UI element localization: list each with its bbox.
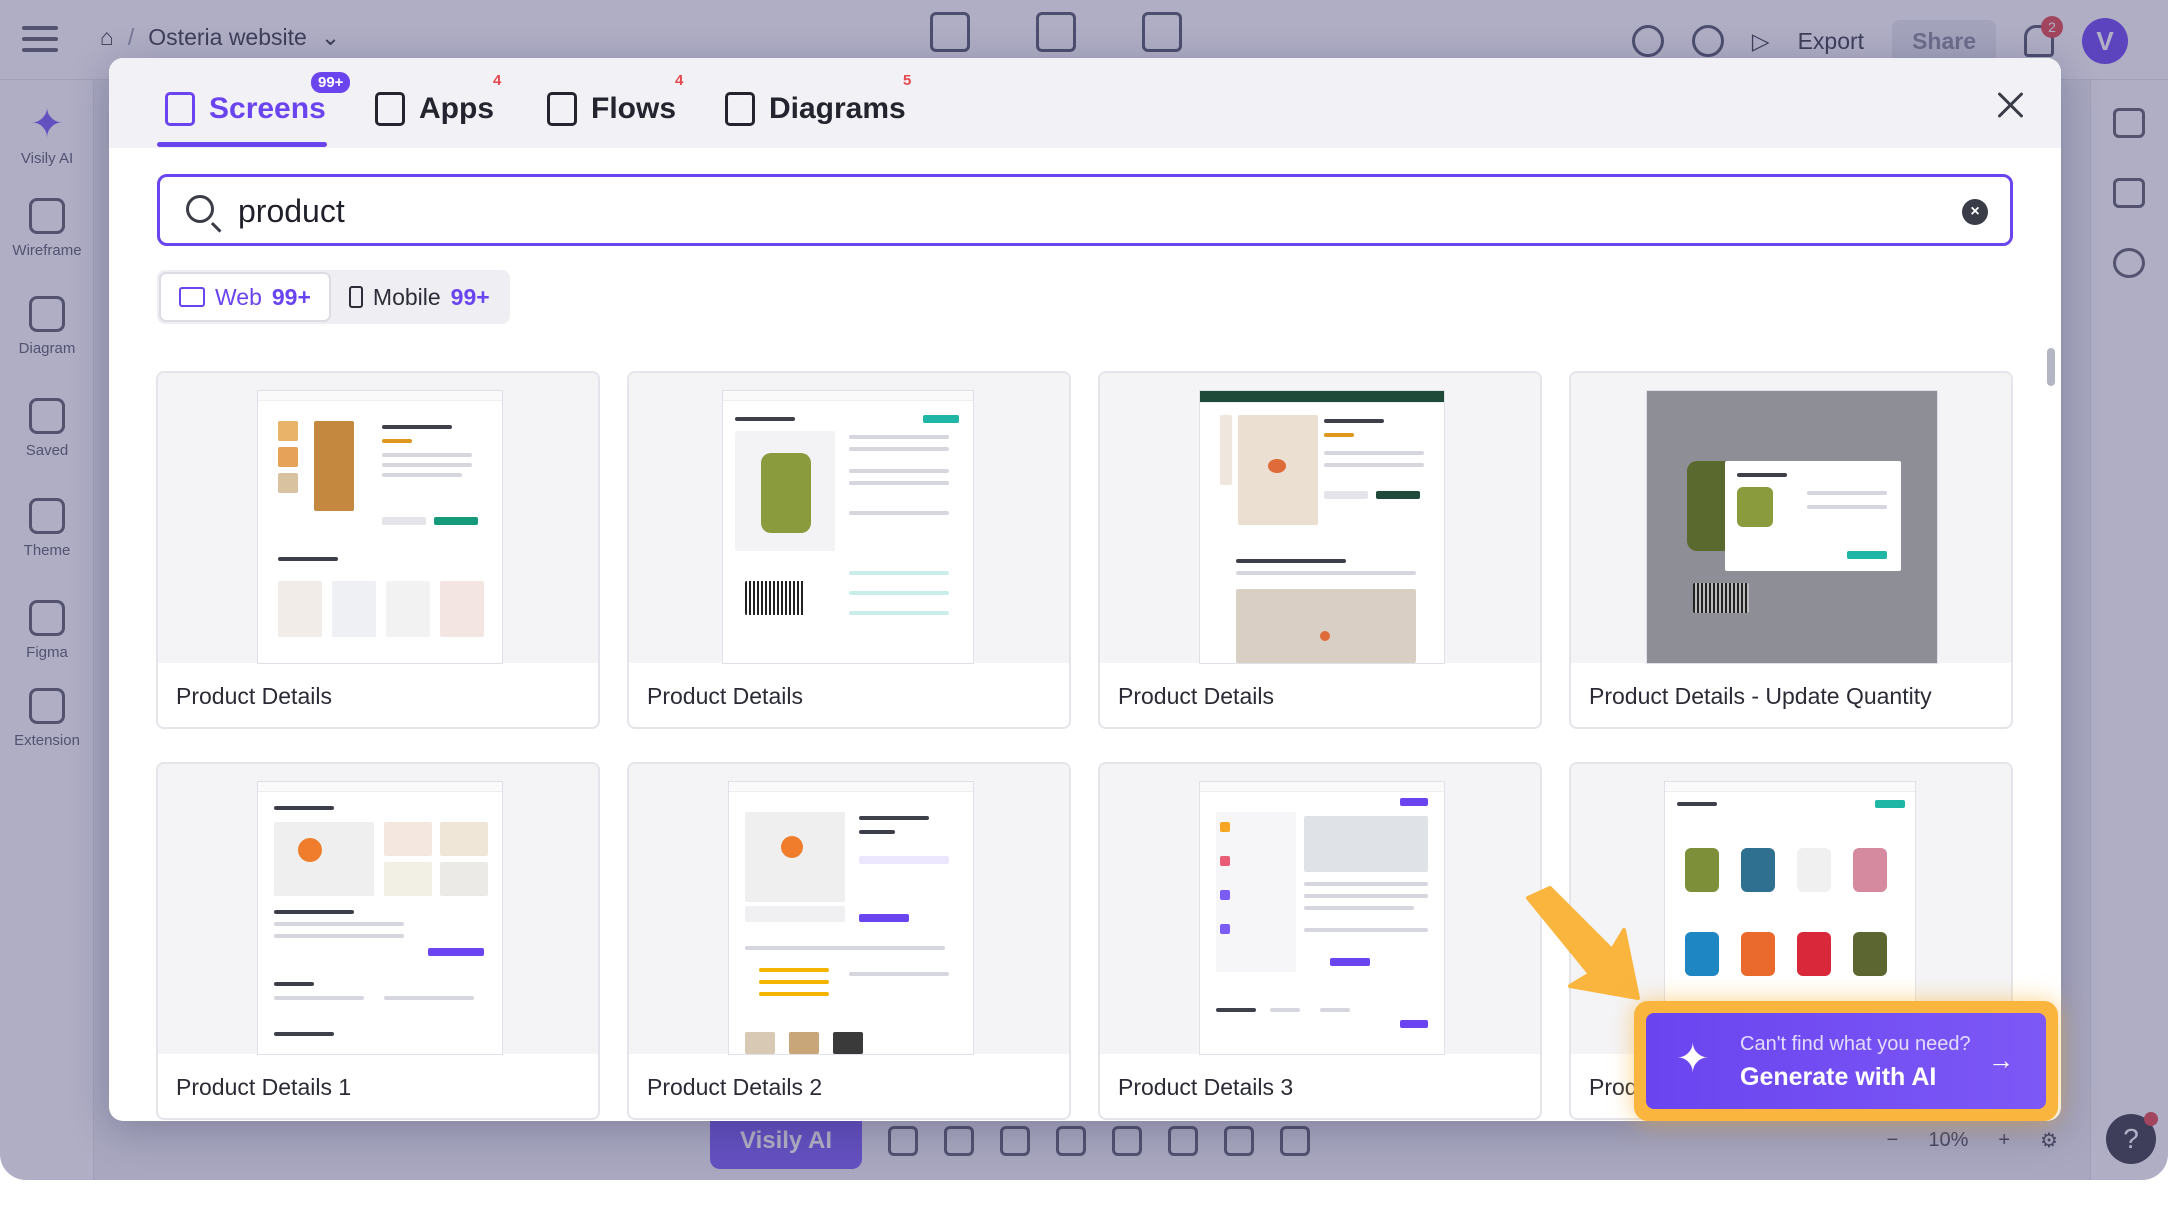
active-tab-indicator: [157, 142, 327, 147]
pointer-arrow-icon: [1526, 886, 1640, 1000]
tab-diagrams[interactable]: Diagrams 5: [725, 72, 911, 132]
browser-icon: [179, 287, 205, 307]
apps-icon: [375, 92, 405, 126]
tab-flows[interactable]: Flows 4: [547, 72, 683, 132]
filter-mobile[interactable]: Mobile 99+: [331, 272, 508, 322]
template-thumbnail: [629, 373, 1069, 663]
generate-with-ai-button[interactable]: ✦ Can't find what you need? Generate wit…: [1646, 1013, 2046, 1109]
arrow-right-icon: →: [1988, 1045, 2014, 1075]
thumbnail-mockup: [723, 391, 973, 663]
template-card[interactable]: Product Details 1: [156, 762, 600, 1120]
filter-count: 99+: [271, 283, 311, 310]
filter-label: Web: [215, 283, 262, 310]
thumbnail-mockup: [258, 391, 502, 663]
filter-label: Mobile: [372, 283, 441, 310]
template-library-modal: Screens 99+ Apps 4 Flows 4 Diagrams 5 pr…: [109, 58, 2061, 1121]
tab-label: Flows: [591, 92, 677, 125]
template-thumbnail: [629, 764, 1069, 1054]
template-title: Product Details - Update Quantity: [1589, 683, 1932, 709]
screen-icon: [165, 92, 195, 126]
tab-label: Apps: [419, 92, 494, 125]
template-thumbnail: [1100, 373, 1540, 663]
search-icon: [186, 195, 214, 223]
template-title: Prod: [1589, 1074, 1638, 1100]
scrollbar[interactable]: [2047, 348, 2055, 386]
generate-with-ai-highlight: ✦ Can't find what you need? Generate wit…: [1634, 1001, 2058, 1121]
tab-label: Diagrams: [769, 92, 906, 125]
search-input[interactable]: [238, 187, 1918, 235]
tab-screens[interactable]: Screens 99+: [165, 72, 351, 132]
template-card[interactable]: Product Details: [627, 371, 1071, 729]
template-thumbnail: [158, 373, 598, 663]
thumbnail-mockup: [1200, 391, 1444, 663]
template-thumbnail: [1571, 373, 2011, 663]
thumbnail-mockup: [1200, 782, 1444, 1054]
tab-badge: 99+: [311, 72, 351, 93]
tab-label: Screens: [209, 92, 326, 125]
template-title: Product Details: [647, 683, 803, 709]
thumbnail-mockup: [729, 782, 973, 1054]
tab-badge: 5: [903, 72, 912, 89]
template-title: Product Details: [176, 683, 332, 709]
diagrams-icon: [725, 92, 755, 126]
cta-title: Generate with AI: [1740, 1063, 1937, 1091]
template-card[interactable]: Product Details 3: [1098, 762, 1542, 1120]
phone-icon: [348, 286, 363, 308]
template-title: Product Details 2: [647, 1074, 823, 1100]
template-card[interactable]: Product Details - Update Quantity: [1569, 371, 2013, 729]
platform-filter: Web 99+ Mobile 99+: [157, 270, 510, 324]
flows-icon: [547, 92, 577, 126]
template-thumbnail: [158, 764, 598, 1054]
tab-apps[interactable]: Apps 4: [375, 72, 501, 132]
template-card[interactable]: Product Details: [1098, 371, 1542, 729]
template-title: Product Details 3: [1118, 1074, 1294, 1100]
tab-badge: 4: [675, 72, 684, 89]
filter-web[interactable]: Web 99+: [159, 272, 331, 322]
filter-count: 99+: [450, 283, 490, 310]
template-title: Product Details 1: [176, 1074, 352, 1100]
template-card[interactable]: Product Details: [156, 371, 600, 729]
clear-search-icon[interactable]: ×: [1962, 199, 1988, 225]
template-card[interactable]: Product Details 2: [627, 762, 1071, 1120]
modal-tabs: Screens 99+ Apps 4 Flows 4 Diagrams 5: [109, 58, 2061, 148]
template-thumbnail: [1100, 764, 1540, 1054]
template-title: Product Details: [1118, 683, 1274, 709]
thumbnail-mockup: [1647, 391, 1937, 663]
close-icon[interactable]: [1993, 88, 2027, 122]
screen-root: ⌂ / Osteria website ⌄ ▷ Export Share 2 V: [0, 0, 2168, 1230]
search-field[interactable]: ×: [157, 174, 2013, 246]
tab-badge: 4: [493, 72, 502, 89]
cta-subtitle: Can't find what you need?: [1740, 1033, 1971, 1055]
sparkle-icon: ✦: [1676, 1037, 1710, 1081]
thumbnail-mockup: [258, 782, 502, 1054]
